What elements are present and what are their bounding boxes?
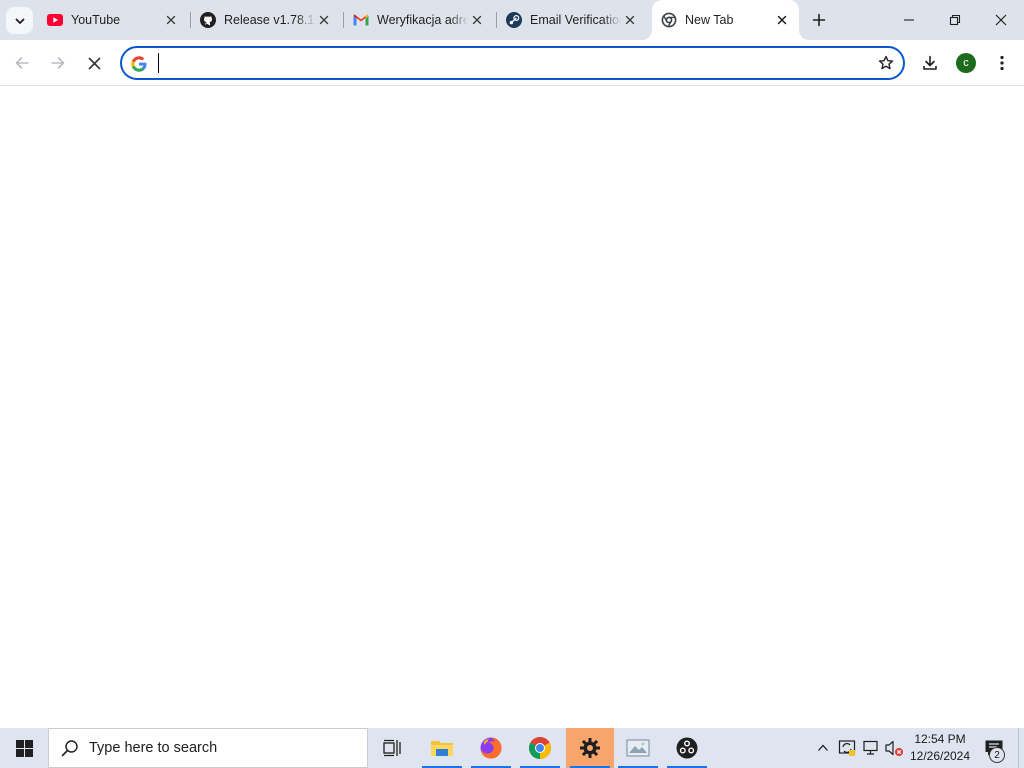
github-icon (200, 12, 216, 28)
firefox-icon (480, 737, 502, 759)
minimize-button[interactable] (886, 0, 932, 40)
taskbar-search-box[interactable]: Type here to search (48, 728, 368, 768)
tab-steam-email-verification[interactable]: Email Verification (497, 4, 647, 36)
folder-icon (431, 741, 453, 756)
tab-title: Weryfikacja adresu (377, 13, 468, 27)
tray-app-icon[interactable] (837, 738, 857, 758)
steam-icon (506, 12, 522, 28)
tab-title: New Tab (685, 13, 734, 27)
close-tab-icon[interactable] (162, 11, 180, 29)
tab-title: YouTube (71, 13, 121, 27)
notification-count-badge: 2 (989, 747, 1005, 763)
show-desktop-button[interactable] (1018, 728, 1024, 768)
chevron-up-icon (818, 744, 828, 751)
tab-title: Email Verification (530, 13, 621, 27)
windows-taskbar: Type here to search 12:54 PM 12/26/2024 … (0, 728, 1024, 768)
tab-github-release[interactable]: Release v1.78.1 (191, 4, 341, 36)
chrome-icon (529, 737, 551, 759)
taskbar-chrome[interactable] (516, 728, 564, 768)
close-tab-icon[interactable] (773, 11, 791, 29)
restore-button[interactable] (932, 0, 978, 40)
system-clock[interactable]: 12:54 PM 12/26/2024 (908, 731, 972, 765)
taskbar-settings[interactable] (566, 728, 614, 768)
youtube-icon (47, 12, 63, 28)
photos-icon (626, 739, 650, 757)
close-tab-icon[interactable] (468, 11, 486, 29)
arrow-left-icon (15, 57, 29, 69)
arrow-right-icon (51, 57, 65, 69)
chevron-down-icon (15, 18, 24, 24)
tab-strip: YouTube Release v1.78.1 Weryfikacja adre… (0, 0, 1024, 40)
clock-date: 12/26/2024 (909, 749, 971, 763)
restore-icon (949, 14, 961, 26)
close-icon (88, 57, 100, 69)
search-placeholder: Type here to search (89, 740, 218, 756)
search-icon (61, 739, 79, 757)
minimize-icon (904, 19, 914, 21)
tab-youtube[interactable]: YouTube (38, 4, 188, 36)
back-button[interactable] (6, 47, 38, 79)
address-bar[interactable] (120, 46, 905, 80)
sync-status-icon (838, 740, 856, 756)
omnibox-input[interactable] (156, 52, 856, 76)
obs-icon (676, 737, 698, 759)
text-cursor (158, 53, 159, 73)
download-icon (923, 55, 937, 70)
network-status[interactable] (861, 738, 881, 758)
profile-avatar[interactable]: c (956, 53, 976, 73)
task-view-button[interactable] (368, 728, 416, 768)
task-view-icon (383, 739, 401, 757)
volume-muted-icon (885, 740, 903, 756)
downloads-button[interactable] (914, 47, 946, 79)
taskbar-photos[interactable] (614, 728, 662, 768)
browser-toolbar: c (0, 40, 1024, 86)
forward-button[interactable] (42, 47, 74, 79)
taskbar-obs-studio[interactable] (663, 728, 711, 768)
clock-time: 12:54 PM (914, 732, 966, 746)
tab-search-button[interactable] (6, 7, 33, 34)
close-tab-icon[interactable] (315, 11, 333, 29)
tab-new-tab[interactable]: New Tab (652, 0, 799, 40)
chrome-menu-button[interactable] (986, 47, 1018, 79)
bookmark-star-icon[interactable] (877, 54, 895, 72)
tab-title: Release v1.78.1 (224, 13, 315, 27)
close-icon (995, 14, 1007, 26)
gmail-icon (353, 12, 369, 28)
start-button[interactable] (0, 728, 48, 768)
gear-icon (580, 738, 600, 758)
more-vertical-icon (1000, 55, 1004, 71)
new-tab-button[interactable] (806, 7, 832, 33)
stop-loading-button[interactable] (78, 47, 110, 79)
show-hidden-icons-button[interactable] (813, 738, 833, 758)
close-window-button[interactable] (978, 0, 1024, 40)
close-tab-icon[interactable] (621, 11, 639, 29)
plus-icon (812, 13, 826, 27)
page-content-blank (0, 87, 1024, 728)
taskbar-file-explorer[interactable] (418, 728, 466, 768)
taskbar-firefox[interactable] (467, 728, 515, 768)
network-icon (863, 740, 878, 755)
tab-gmail[interactable]: Weryfikacja adresu (344, 4, 494, 36)
volume-status[interactable] (884, 738, 904, 758)
chrome-newtab-icon (661, 12, 677, 28)
google-icon (130, 55, 148, 73)
windows-logo-icon (15, 739, 33, 757)
